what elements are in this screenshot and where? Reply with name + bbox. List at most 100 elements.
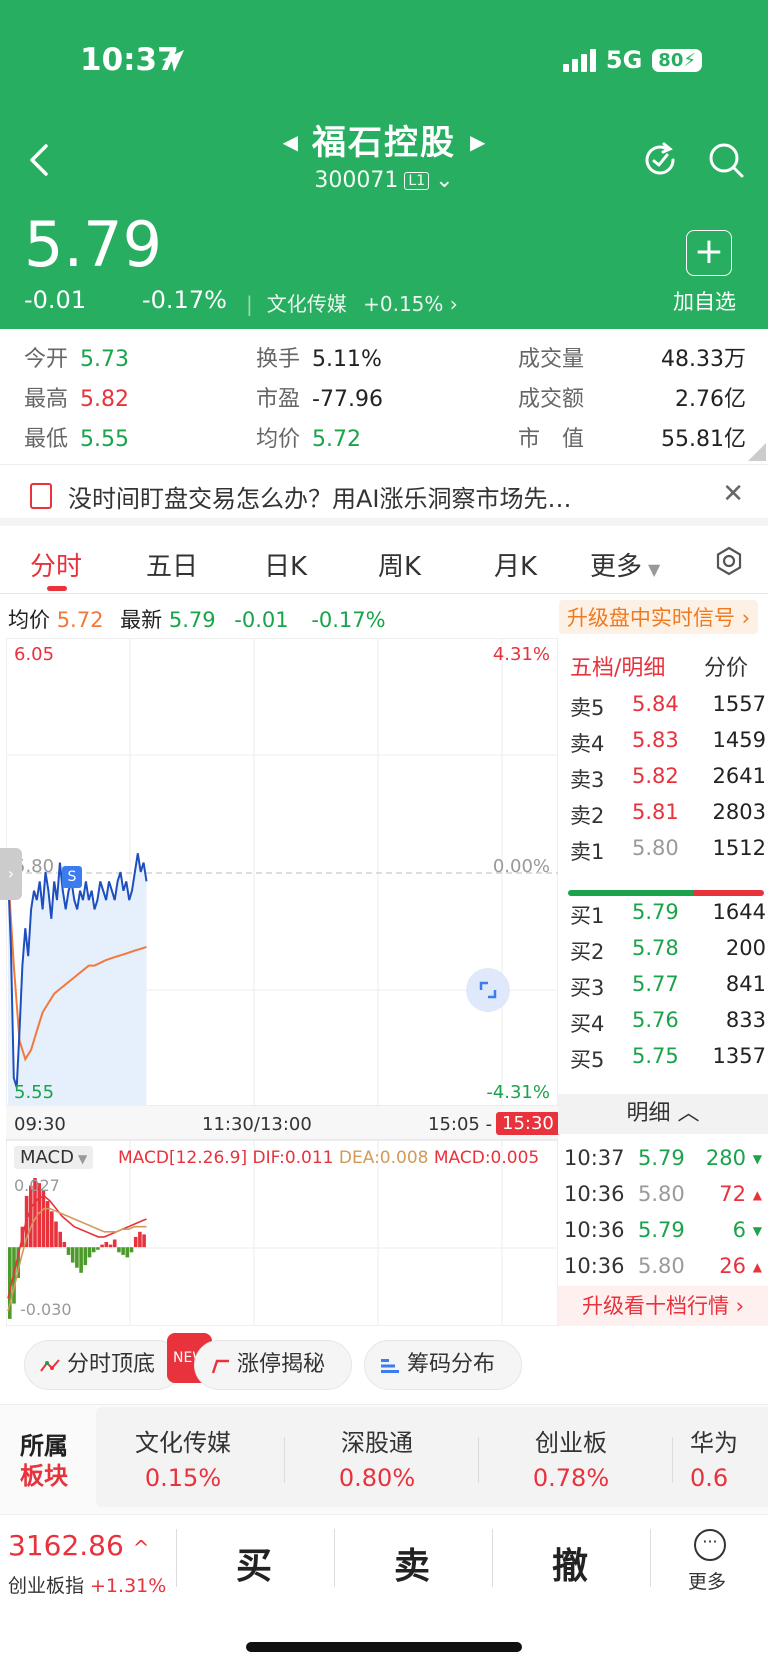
bid-volume: 841 (725, 972, 766, 996)
sector-item[interactable]: 文化传媒 0.15% (108, 1423, 258, 1492)
stat-value: 5.55 (80, 427, 129, 452)
search-icon[interactable] (706, 140, 746, 180)
x-label-midday: 11:30/13:00 (202, 1114, 312, 1135)
tab-more[interactable]: 更多 ▼ (590, 546, 660, 583)
prev-stock-icon[interactable]: ◀ (283, 130, 298, 154)
stat-value: -77.96 (312, 387, 383, 412)
chip-limit-up[interactable]: 涨停揭秘 (194, 1340, 352, 1390)
macd-bottom-label: -0.030 (20, 1300, 72, 1319)
bid-price: 5.79 (632, 900, 679, 924)
signal-s-badge[interactable]: S (62, 866, 82, 888)
upgrade-signal-button[interactable]: 升级盘中实时信号 › (558, 600, 758, 634)
tab-weekly-k[interactable]: 周K (378, 546, 421, 583)
stat-value: 5.11% (312, 347, 382, 372)
sector-item[interactable]: 华为 0.6 (690, 1423, 768, 1492)
divider (672, 1437, 673, 1483)
price-distribution-tab[interactable]: 分价 (704, 650, 748, 682)
more-icon[interactable]: ··· (694, 1529, 726, 1561)
intraday-chart[interactable]: 6.05 5.80 5.55 4.31% 0.00% -4.31% › S 09… (0, 637, 560, 1327)
macd-bar (104, 1242, 109, 1248)
trade-time: 10:36 (564, 1182, 625, 1206)
close-icon[interactable]: ✕ (722, 479, 744, 509)
refresh-icon[interactable] (640, 140, 680, 180)
sell-button[interactable]: 卖 (394, 1537, 430, 1589)
info-change-pct: -0.17% (311, 608, 386, 632)
stat-label: 最高 (24, 387, 69, 412)
stat-value: 5.82 (80, 387, 129, 412)
sector-item[interactable]: 深股通 0.80% (302, 1423, 452, 1492)
macd-indicator-label: MACD (20, 1147, 74, 1168)
sector-name: 文化传媒 (266, 292, 347, 316)
index-name: 创业板指 +1.31% (8, 1571, 166, 1598)
divider (478, 1437, 479, 1483)
sector-pct: 0.78% (532, 1464, 610, 1492)
tab-five-day[interactable]: 五日 (146, 546, 198, 583)
trade-time: 10:36 (564, 1218, 625, 1242)
stats-panel: 今开 5.73 最高 5.82 最低 5.55 换手 5.11% 市盈 -77.96 均价… (0, 329, 768, 464)
sector-name: 华为 (690, 1429, 738, 1457)
chip-chip-distribution[interactable]: 筹码分布 (364, 1340, 522, 1390)
ai-notice-banner[interactable]: 没时间盯盘交易怎么办？用AI涨乐洞察市场先… ✕ (0, 464, 768, 526)
sector-pct: 0.6 (690, 1464, 729, 1492)
x-label-after-hours: 15:30 (496, 1112, 560, 1135)
sector-change: +0.15% (363, 292, 444, 316)
sector-title-top: 所属 (20, 1432, 68, 1460)
divider (334, 1529, 335, 1587)
order-book-title[interactable]: 五档/明细 (570, 650, 665, 682)
macd-selector[interactable]: MACD ▼ (14, 1146, 94, 1169)
macd-top-label: 0.027 (14, 1176, 60, 1195)
macd-bar (58, 1231, 62, 1248)
ask-volume: 1557 (712, 692, 766, 716)
tab-monthly-k[interactable]: 月K (494, 546, 537, 583)
sector-scroll[interactable]: 文化传媒 0.15% 深股通 0.80% 创业板 0.78% 华为 0.6 (96, 1407, 768, 1507)
cancel-order-button[interactable]: 撤 (552, 1537, 588, 1589)
next-stock-icon[interactable]: ▶ (470, 130, 485, 154)
detail-header[interactable]: 明细 ︿ (558, 1094, 768, 1134)
level-badge: L1 (404, 172, 430, 190)
bid-volume: 200 (725, 936, 766, 960)
upgrade-ten-level-button[interactable]: 升级看十档行情 › (558, 1286, 768, 1326)
trade-price: 5.79 (638, 1218, 685, 1242)
trade-detail-row: 10:36 5.79 6 ▼ (564, 1218, 762, 1256)
chip-label: 分时顶底 (67, 1352, 156, 1377)
tab-daily-k[interactable]: 日K (264, 546, 307, 583)
intraday-info-line: 均价 5.72 最新 5.79 -0.01 -0.17% (8, 604, 386, 634)
bid-row: 买4 5.76 833 (570, 1008, 766, 1046)
latest-value: 5.79 (168, 608, 216, 632)
buy-sell-ratio-bar (568, 890, 764, 896)
side-expand-handle[interactable]: › (0, 848, 22, 900)
sector-pct: 0.15% (144, 1464, 222, 1492)
latest-label: 最新 (120, 608, 163, 632)
ask-price: 5.84 (632, 692, 679, 716)
trade-time: 10:36 (564, 1254, 625, 1278)
fullscreen-icon[interactable] (466, 968, 510, 1012)
buy-button[interactable]: 买 (236, 1537, 272, 1589)
chip-label: 涨停揭秘 (237, 1352, 326, 1377)
macd-bar (138, 1231, 142, 1248)
sector-item[interactable]: 创业板 0.78% (496, 1423, 646, 1492)
index-value[interactable]: 3162.86 ^ (8, 1529, 149, 1562)
stat-avg-price: 均价 5.72 (256, 421, 361, 453)
trade-detail-row: 10:37 5.79 280 ▼ (564, 1146, 762, 1184)
chip-intraday-top-bottom[interactable]: 分时顶底 NEW (24, 1333, 213, 1390)
macd-bar (133, 1236, 138, 1248)
ask-price: 5.80 (632, 836, 679, 860)
expand-corner-icon[interactable] (748, 443, 766, 461)
more-label[interactable]: 更多 (688, 1567, 726, 1594)
macd-bar (70, 1247, 75, 1263)
bid-price: 5.75 (632, 1044, 679, 1068)
ask-level: 卖4 (570, 732, 605, 756)
location-arrow-icon (162, 50, 184, 72)
add-watchlist-button[interactable]: + (686, 230, 732, 276)
add-watchlist-label[interactable]: 加自选 (673, 286, 736, 316)
bid-level: 买2 (570, 940, 605, 964)
settings-gear-icon[interactable] (714, 546, 744, 576)
index-value-text: 3162.86 (8, 1529, 124, 1562)
tab-intraday[interactable]: 分时 (30, 546, 82, 583)
sector-link[interactable]: | 文化传媒 +0.15% › (246, 288, 458, 317)
bid-row: 买3 5.77 841 (570, 972, 766, 1010)
y-min-label: 5.55 (14, 1082, 55, 1103)
macd-bar (108, 1244, 113, 1248)
macd-bar (66, 1247, 71, 1255)
stat-pe: 市盈 -77.96 (256, 381, 383, 413)
